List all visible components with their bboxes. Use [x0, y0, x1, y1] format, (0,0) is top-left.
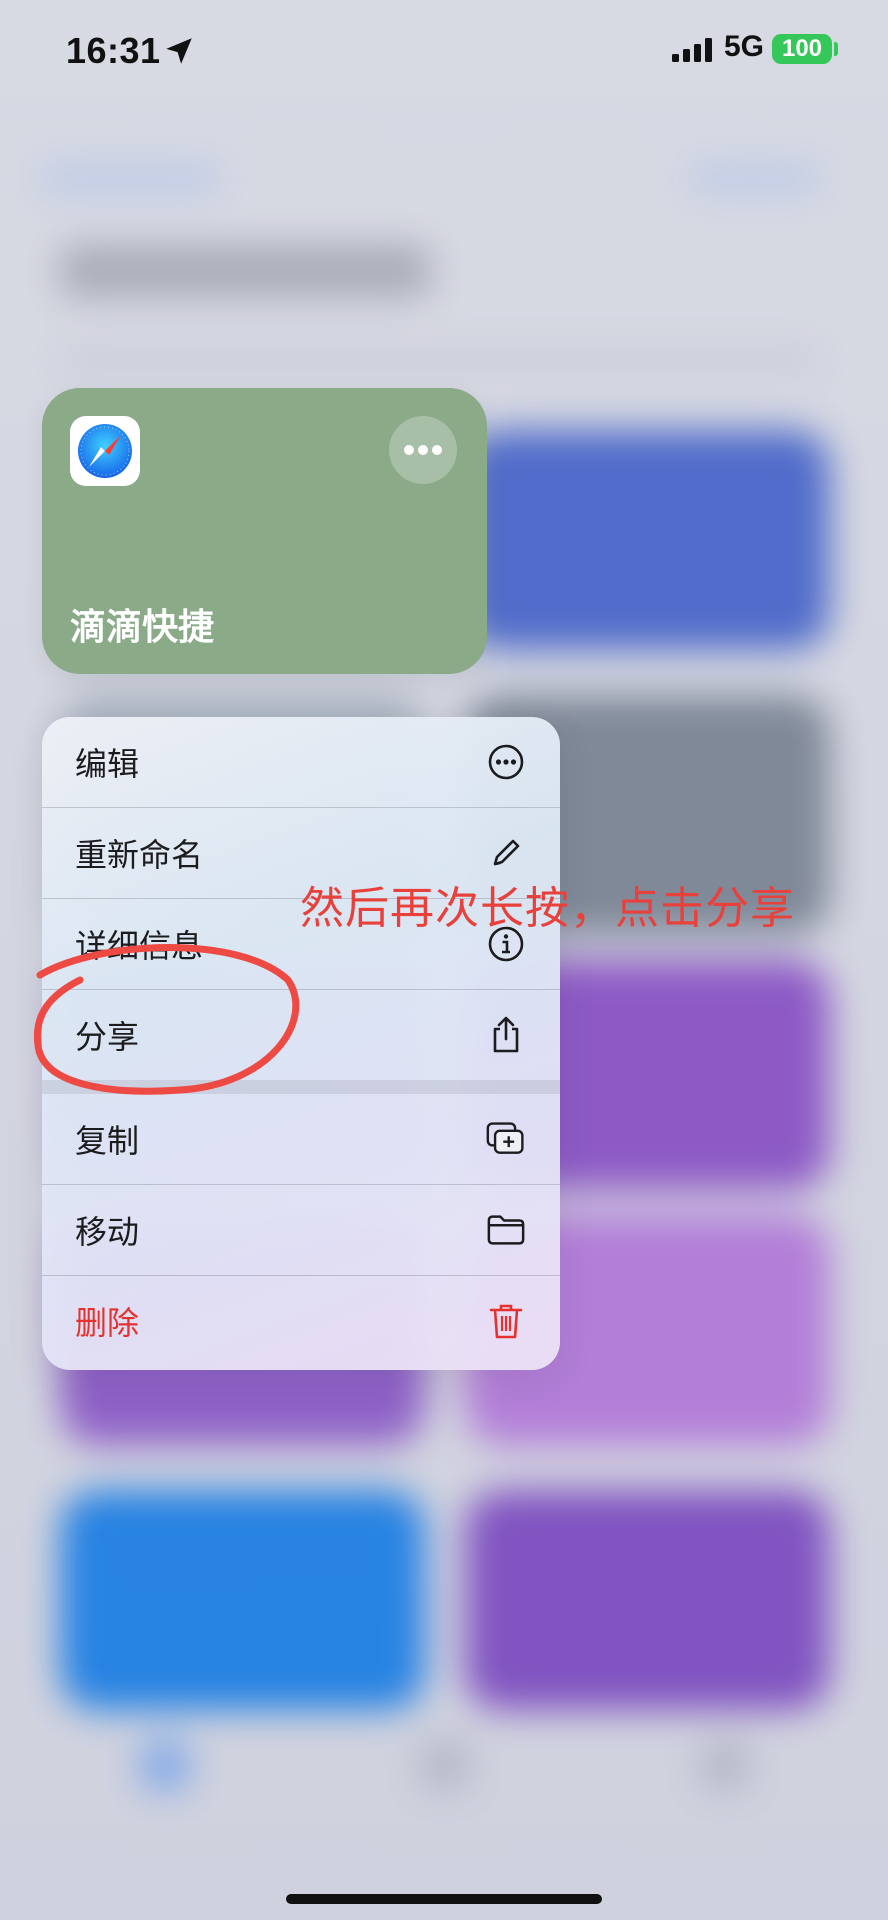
- location-arrow-icon: [166, 38, 192, 64]
- safari-icon: [70, 416, 140, 486]
- context-menu: 编辑 重新命名 详细信息 分享 复制 移动 删除: [42, 717, 560, 1370]
- menu-item-label: 重新命名: [75, 836, 204, 874]
- menu-item-delete[interactable]: 删除: [42, 1276, 560, 1366]
- status-bar: 16:31 5G 100: [0, 0, 888, 110]
- shortcut-title: 滴滴快捷: [70, 607, 215, 648]
- menu-item-edit[interactable]: 编辑: [42, 717, 560, 807]
- network-type: 5G: [724, 30, 765, 63]
- menu-item-label: 分享: [75, 1018, 140, 1056]
- ellipsis-circle-icon: [486, 742, 526, 782]
- battery-cap: [834, 42, 838, 56]
- status-time: 16:31: [66, 30, 161, 71]
- duplicate-icon: [486, 1119, 526, 1159]
- folder-icon: [486, 1210, 526, 1250]
- menu-item-move[interactable]: 移动: [42, 1185, 560, 1275]
- menu-item-duplicate[interactable]: 复制: [42, 1094, 560, 1184]
- cellular-signal-icon: [672, 38, 712, 62]
- menu-item-label: 编辑: [75, 745, 140, 783]
- annotation-text: 然后再次长按，点击分享: [300, 883, 795, 934]
- menu-item-share[interactable]: 分享: [42, 990, 560, 1080]
- menu-item-label: 详细信息: [75, 927, 204, 965]
- ellipsis-icon: [404, 445, 442, 455]
- menu-item-label: 删除: [75, 1304, 140, 1342]
- home-indicator: [286, 1894, 602, 1904]
- menu-item-label: 移动: [75, 1213, 140, 1251]
- pencil-icon: [486, 833, 526, 873]
- battery-indicator: 100: [772, 34, 832, 64]
- trash-icon: [486, 1301, 526, 1341]
- share-icon: [486, 1015, 526, 1055]
- menu-item-label: 复制: [75, 1122, 140, 1160]
- shortcut-card[interactable]: 滴滴快捷: [42, 388, 487, 674]
- menu-section-divider: [42, 1080, 560, 1094]
- more-options-button[interactable]: [389, 416, 457, 484]
